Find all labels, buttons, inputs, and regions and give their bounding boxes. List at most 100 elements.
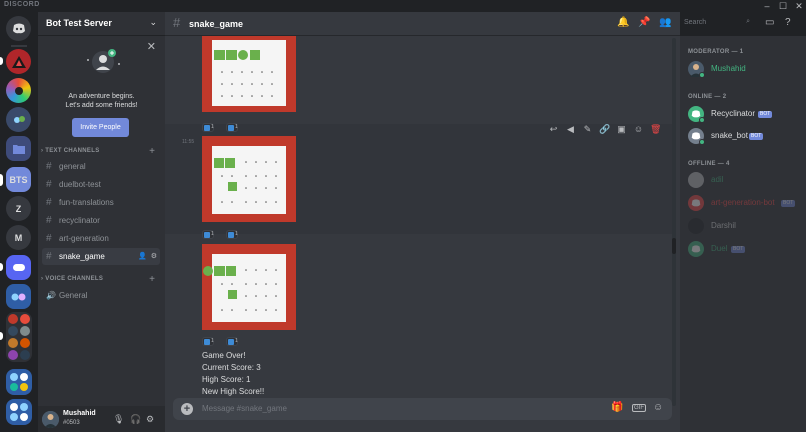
attach-plus-icon[interactable]: + — [181, 403, 193, 415]
member-mushahid[interactable]: Mushahid — [688, 60, 803, 78]
gear-icon[interactable]: ⚙ — [151, 248, 157, 265]
search-input[interactable]: Search ⌕ — [680, 17, 754, 30]
server-robot-icon[interactable] — [6, 107, 31, 132]
status-online — [699, 139, 705, 145]
avatar[interactable] — [42, 411, 59, 428]
scrollbar-track[interactable] — [672, 38, 676, 406]
channel-duelbot-test[interactable]: # duelbot-test — [42, 176, 160, 193]
minimize-icon[interactable]: – — [760, 0, 774, 12]
more-folder-icon[interactable] — [6, 399, 32, 425]
channel-art-generation[interactable]: # art-generation — [42, 230, 160, 247]
hash-icon: # — [173, 15, 181, 30]
scrollbar-thumb[interactable] — [672, 238, 676, 254]
delete-icon[interactable]: 🗑 — [650, 124, 661, 135]
reaction-chip[interactable]: 1 — [202, 230, 214, 239]
folder-icon[interactable] — [6, 136, 31, 161]
member-duel[interactable]: Duel BOT — [688, 240, 803, 258]
discord-home-icon[interactable] — [6, 16, 31, 41]
guild-header[interactable]: Bot Test Server ⌄ — [38, 12, 165, 36]
member-name: art-generation-bot — [711, 198, 775, 207]
avatar-folder-icon[interactable] — [6, 312, 32, 362]
server-z-label: Z — [15, 203, 22, 214]
member-adil[interactable]: adil — [688, 171, 803, 189]
link-icon[interactable]: 🔗 — [599, 124, 610, 135]
category-label: VOICE CHANNELS — [45, 276, 104, 282]
welcome-subtitle: Let's add some friends! — [65, 102, 138, 109]
avatar — [688, 218, 704, 234]
channel-snake-game[interactable]: # snake_game 👤 ⚙ — [42, 248, 160, 265]
channel-recyclinator[interactable]: # recyclinator — [42, 212, 160, 229]
snake-board-3 — [202, 244, 296, 330]
reaction-chip[interactable]: 1 — [202, 123, 214, 132]
gear-icon[interactable]: ⚙ — [146, 414, 154, 425]
server-game-icon[interactable] — [6, 284, 31, 309]
member-darshil[interactable]: Darshil — [688, 217, 803, 235]
server-bts-label: BTS — [9, 174, 28, 185]
channel-general[interactable]: # general — [42, 158, 160, 175]
member-list: MODERATOR — 1 Mushahid ONLINE — 2 Recycl… — [680, 36, 806, 432]
emoji-icon[interactable]: ☺ — [653, 402, 663, 413]
reaction-icon[interactable]: ☺ — [633, 124, 644, 135]
reaction-count: 1 — [235, 124, 238, 130]
server-bts[interactable]: BTS — [6, 167, 31, 192]
gif-button[interactable]: GIF — [632, 404, 646, 412]
channel-fun-translations[interactable]: # fun-translations — [42, 194, 160, 211]
status-online — [699, 117, 705, 123]
welcome-title: An adventure begins. — [68, 93, 135, 100]
member-name: Duel — [711, 244, 728, 253]
invite-icon[interactable]: 👤 — [138, 248, 147, 265]
server-z[interactable]: Z — [6, 196, 31, 221]
maximize-icon[interactable]: ☐ — [776, 0, 790, 12]
chat-panel: # snake_game 🔔 📌 👥 ↩ ◀ ✎ 🔗 ▣ ☺ 🗑 11:55 1… — [165, 12, 680, 432]
apps-folder-icon[interactable] — [6, 369, 32, 395]
reaction-chip[interactable]: 1 — [226, 230, 238, 239]
reaction-chip[interactable]: 1 — [202, 337, 214, 346]
gift-icon[interactable]: 🎁 — [611, 402, 623, 413]
hash-icon: # — [46, 179, 52, 190]
reply-icon[interactable]: ↩ — [548, 124, 559, 135]
invite-people-button[interactable]: Invite People — [72, 118, 129, 137]
member-snake-bot[interactable]: snake_bot BOT — [688, 127, 803, 145]
close-icon[interactable]: ✕ — [147, 40, 156, 53]
reaction-chip[interactable]: 1 — [226, 123, 238, 132]
reaction-chip[interactable]: 1 — [226, 337, 238, 346]
server-red-icon[interactable] — [6, 49, 31, 74]
status-online — [699, 72, 705, 78]
help-icon[interactable]: ? — [785, 17, 791, 28]
voice-channel-general[interactable]: 🔊 General — [42, 287, 160, 304]
category-text-channels[interactable]: › TEXT CHANNELS — [41, 148, 100, 154]
pin-icon[interactable]: 📌 — [638, 17, 650, 28]
inbox-icon[interactable]: ▭ — [765, 17, 774, 28]
pin-icon[interactable]: ✎ — [582, 124, 593, 135]
hash-icon: # — [46, 233, 52, 244]
unread-pill — [0, 332, 3, 340]
category-voice-channels[interactable]: › VOICE CHANNELS — [41, 276, 103, 282]
bell-icon[interactable]: 🔔 — [617, 17, 629, 28]
add-voice-channel-icon[interactable]: + — [149, 275, 155, 285]
message-input[interactable]: Message #snake_game — [202, 404, 287, 413]
member-art-generation-bot[interactable]: art-generation-bot BOT — [688, 194, 803, 212]
tag-icon[interactable]: ◀ — [565, 124, 576, 135]
channel-label: recyclinator — [59, 216, 100, 225]
rail-separator — [11, 45, 27, 47]
member-name: Recyclinator — [711, 109, 756, 118]
chat-header: # snake_game 🔔 📌 👥 — [165, 12, 680, 36]
microphone-icon[interactable]: 🎙 — [113, 414, 124, 425]
members-icon[interactable]: 👥 — [659, 17, 671, 28]
member-name: Darshil — [711, 221, 736, 230]
member-group-offline: OFFLINE — 4 — [688, 161, 730, 167]
bot-badge: BOT — [758, 111, 773, 118]
server-m[interactable]: M — [6, 225, 31, 250]
discord-bot-avatar-icon — [688, 195, 704, 211]
server-mystery-icon[interactable] — [6, 255, 31, 280]
hash-icon: # — [46, 215, 52, 226]
close-icon[interactable]: ✕ — [792, 0, 806, 12]
server-rainbow-icon[interactable] — [6, 78, 31, 103]
headphones-icon[interactable]: 🎧 — [130, 414, 141, 425]
add-channel-icon[interactable]: + — [149, 147, 155, 157]
username: Mushahid — [63, 410, 96, 417]
member-group-moderator: MODERATOR — 1 — [688, 49, 744, 55]
member-recyclinator[interactable]: Recyclinator BOT — [688, 105, 803, 123]
discord-window: DISCORD – ☐ ✕ BTS Z M Bot Test Server ⌄ … — [0, 0, 806, 432]
copy-id-icon[interactable]: ▣ — [616, 124, 627, 135]
